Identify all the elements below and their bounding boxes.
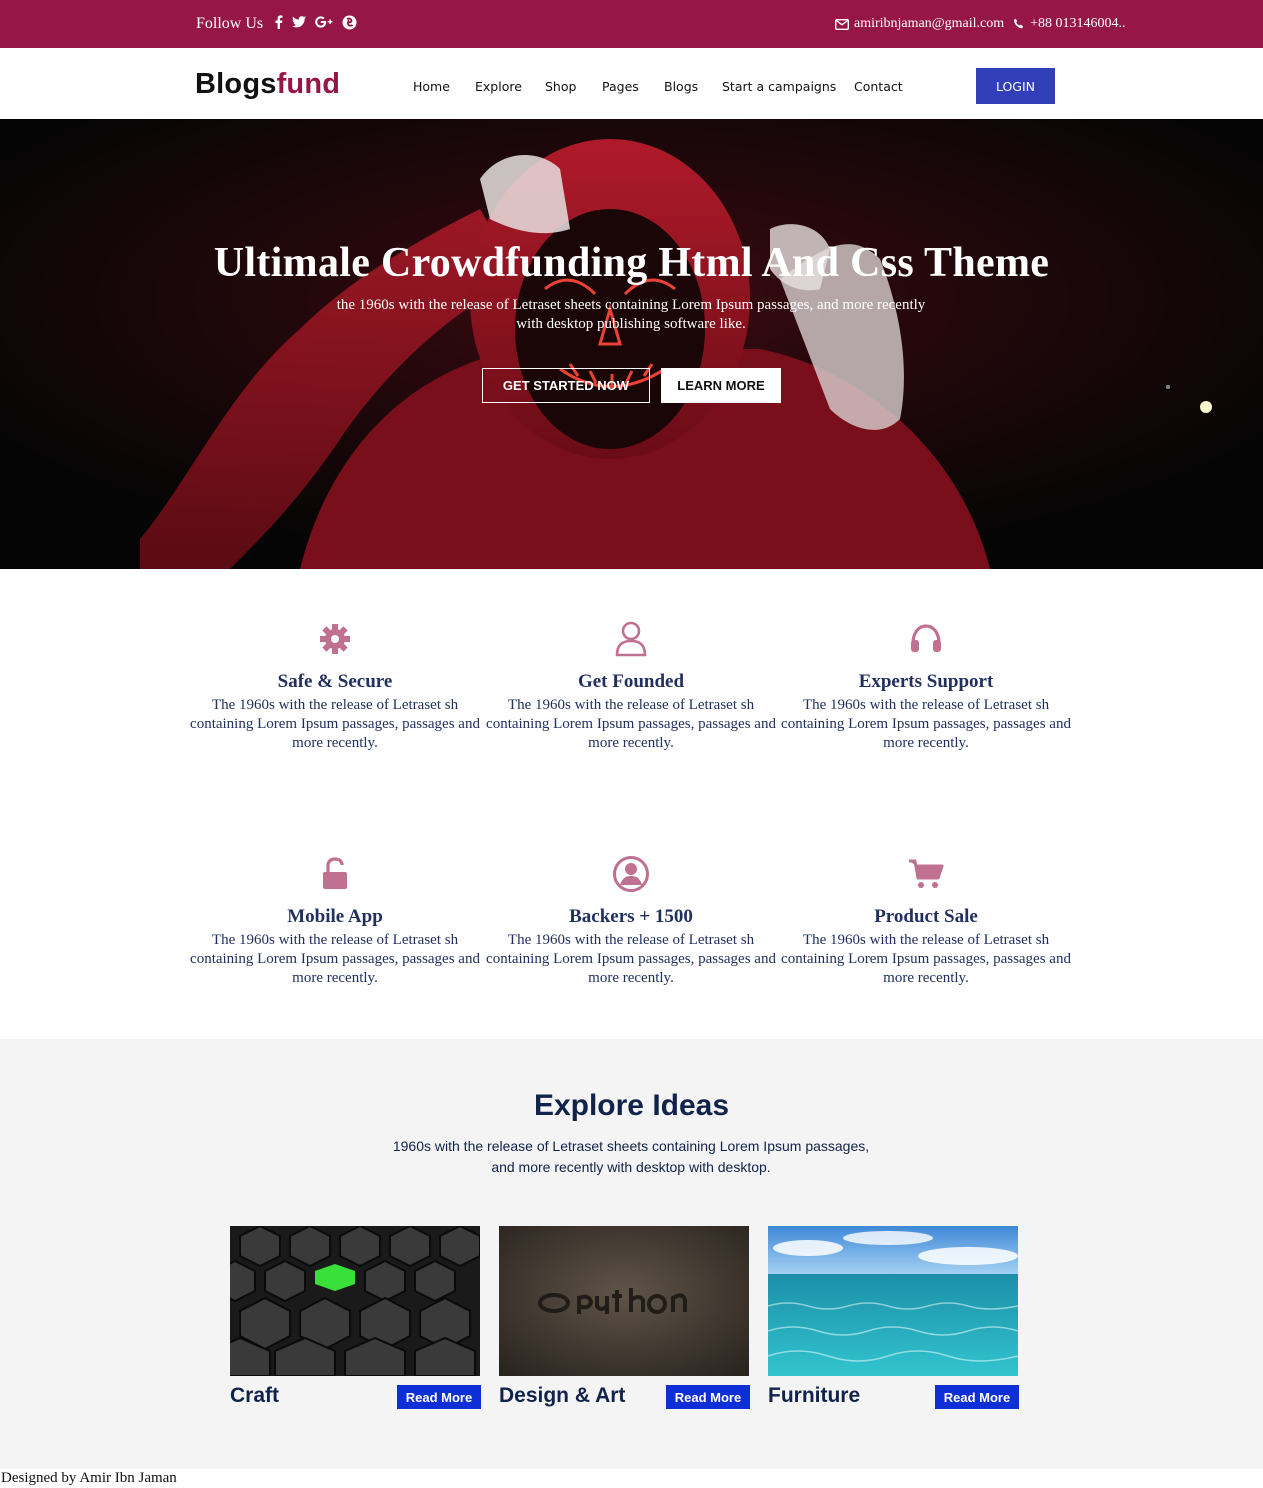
furniture-image[interactable] [768, 1226, 1018, 1376]
feature-mobile-app: Mobile App The 1960s with the release of… [187, 854, 483, 988]
hero-title: Ultimale Crowdfunding Html And Css Theme [213, 240, 1050, 286]
read-more-button[interactable]: Read More [666, 1385, 750, 1409]
craft-image[interactable] [230, 1226, 480, 1376]
main-navbar: Blogsfund Home Explore Shop Pages Blogs … [0, 48, 1263, 119]
feature-title: Get Founded [577, 671, 685, 692]
explore-ideas-section: Explore Ideas 1960s with the release of … [0, 1039, 1263, 1469]
get-started-button[interactable]: GET STARTED NOW [482, 368, 650, 403]
feature-title: Backers + 1500 [569, 906, 693, 927]
feature-experts-support: Experts Support The 1960s with the relea… [778, 619, 1074, 753]
feature-title: Safe & Secure [277, 671, 393, 692]
feature-text: The 1960s with the release of Letraset s… [486, 932, 776, 986]
card-title: Craft [230, 1384, 280, 1407]
feature-text: The 1960s with the release of Letraset s… [190, 697, 480, 751]
nav-item-start-campaigns[interactable]: Start a campaigns [722, 79, 836, 94]
nav-item-explore[interactable]: Explore [475, 79, 522, 94]
feature-text: The 1960s with the release of Letraset s… [190, 932, 480, 986]
google-plus-icon[interactable] [315, 15, 333, 31]
user-icon [483, 619, 779, 659]
learn-more-button[interactable]: LEARN MORE [661, 368, 781, 403]
nav-item-home[interactable]: Home [413, 79, 450, 94]
hero-banner: Ultimale Crowdfunding Html And Css Theme… [0, 119, 1263, 569]
headphones-icon [778, 619, 1074, 659]
explore-title: Explore Ideas [533, 1089, 730, 1122]
firefox-icon[interactable] [342, 15, 357, 31]
hero-background-image [0, 119, 1263, 569]
hero-subtitle: the 1960s with the release of Letraset s… [336, 297, 926, 332]
gear-icon [187, 619, 483, 659]
idea-card-furniture: Furniture Read More [768, 1226, 1020, 1409]
read-more-button[interactable]: Read More [397, 1385, 481, 1409]
nav-item-blogs[interactable]: Blogs [664, 79, 698, 94]
nav-item-contact[interactable]: Contact [854, 79, 903, 94]
explore-lead: 1960s with the release of Letraset sheet… [392, 1138, 870, 1175]
card-title: Furniture [768, 1384, 861, 1407]
twitter-icon[interactable] [292, 15, 306, 31]
feature-product-sale: Product Sale The 1960s with the release … [778, 854, 1074, 988]
feature-title: Experts Support [858, 671, 994, 692]
social-links [274, 15, 357, 31]
top-bar: Follow Us amiribnjaman@gmail.com +88 013… [0, 0, 1263, 48]
feature-text: The 1960s with the release of Letraset s… [781, 697, 1071, 751]
feature-text: The 1960s with the release of Letraset s… [781, 932, 1071, 986]
idea-card-design-art: Design & Art Read More [499, 1226, 751, 1409]
contact-info: amiribnjaman@gmail.com +88 013146004.. [835, 16, 1126, 32]
login-button[interactable]: LOGIN [976, 68, 1055, 104]
user-circle-icon [483, 854, 779, 894]
unlock-icon [187, 854, 483, 894]
design-art-image[interactable] [499, 1226, 749, 1376]
footer-credit: Designed by Amir Ibn Jaman [1, 1470, 177, 1486]
nav-item-pages[interactable]: Pages [602, 79, 639, 94]
email-text[interactable]: amiribnjaman@gmail.com [854, 16, 1004, 32]
follow-us-label: Follow Us [196, 15, 264, 32]
feature-get-founded: Get Founded The 1960s with the release o… [483, 619, 779, 753]
facebook-icon[interactable] [274, 15, 283, 31]
nav-item-shop[interactable]: Shop [545, 79, 576, 94]
feature-title: Product Sale [874, 906, 978, 927]
nav-menu: Home Explore Shop Pages Blogs Start a ca… [0, 79, 1263, 99]
cart-icon [778, 854, 1074, 894]
envelope-icon [835, 18, 849, 30]
phone-icon [1014, 18, 1024, 29]
feature-backers: Backers + 1500 The 1960s with the releas… [483, 854, 779, 988]
read-more-button[interactable]: Read More [935, 1385, 1019, 1409]
idea-card-craft: Craft Read More [230, 1226, 482, 1409]
card-title: Design & Art [499, 1384, 626, 1407]
feature-title: Mobile App [287, 906, 383, 927]
phone-text[interactable]: +88 013146004.. [1030, 16, 1125, 32]
feature-text: The 1960s with the release of Letraset s… [486, 697, 776, 751]
feature-safe-secure: Safe & Secure The 1960s with the release… [187, 619, 483, 753]
